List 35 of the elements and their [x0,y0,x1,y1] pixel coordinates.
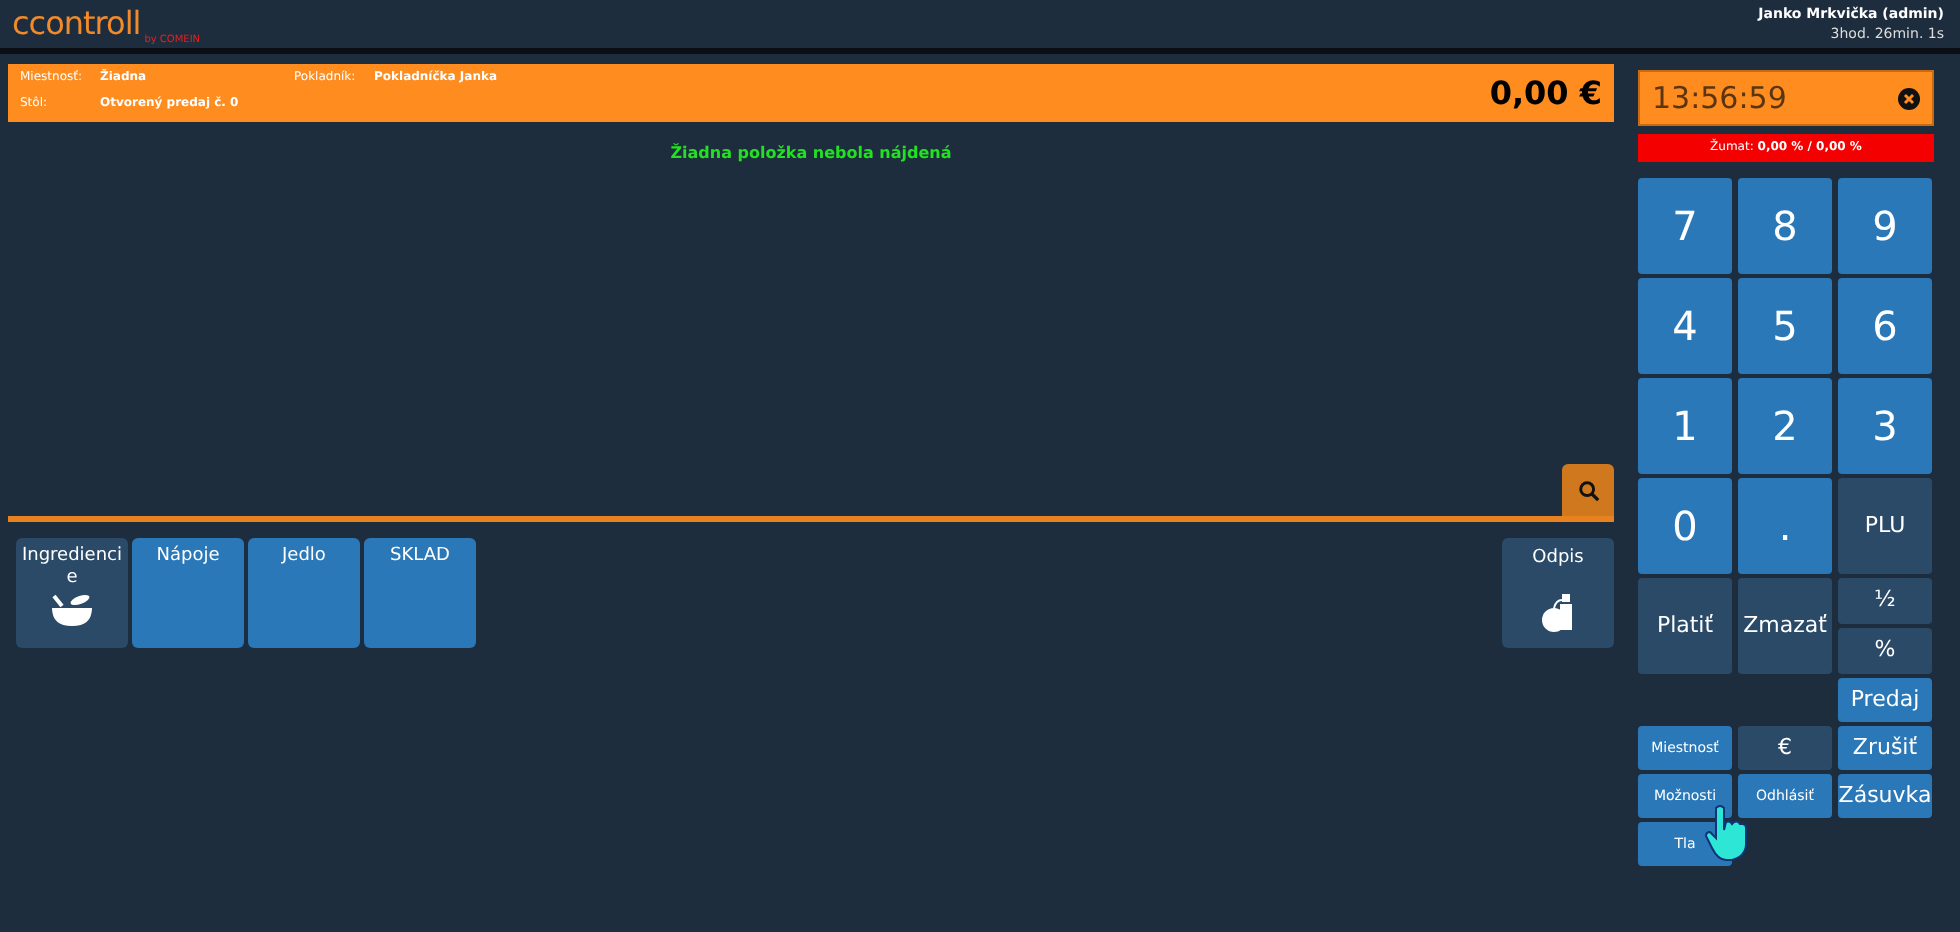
category-button[interactable]: Nápoje [132,538,244,648]
keypad-button[interactable]: Zmazať [1738,578,1832,674]
keypad-button[interactable]: Zrušiť [1838,726,1932,770]
keypad-button[interactable]: 1 [1638,378,1732,474]
category-button[interactable]: SKLAD [364,538,476,648]
close-icon[interactable] [1898,87,1920,109]
keypad-button[interactable]: 8 [1738,178,1832,274]
keypad-button[interactable]: 4 [1638,278,1732,374]
logo: ccontroll [12,2,141,46]
total-amount: 0,00 € [1489,71,1602,115]
clock-field: 13:56:59 [1638,70,1934,126]
apple-bottle-icon [1538,589,1578,633]
category-button[interactable]: Ingrediencie [16,538,128,648]
keypad-button[interactable]: 0 [1638,478,1732,574]
keypad-button[interactable]: 3 [1838,378,1932,474]
keypad-button[interactable]: 7 [1638,178,1732,274]
keypad-button[interactable]: PLU [1838,478,1932,574]
empty-message: Žiadna položka nebola nájdená [668,142,954,166]
keypad-button[interactable]: 9 [1838,178,1932,274]
search-icon [1577,479,1599,501]
category-button[interactable]: Jedlo [248,538,360,648]
keypad-button[interactable]: Zásuvka [1838,774,1932,818]
keypad-button[interactable]: % [1838,628,1932,674]
keypad-button[interactable]: . [1738,478,1832,574]
keypad-button[interactable]: Platiť [1638,578,1732,674]
write-off-button[interactable]: Odpis [1502,538,1614,648]
search-button[interactable] [1562,464,1614,516]
hand-cursor-icon [1704,804,1752,864]
mortar-icon [50,591,94,627]
keypad-button[interactable]: € [1738,726,1832,770]
keypad-button[interactable]: 5 [1738,278,1832,374]
keypad-button[interactable]: 2 [1738,378,1832,474]
keypad-button[interactable]: ½ [1838,578,1932,624]
keypad-button[interactable]: Predaj [1838,678,1932,722]
keypad-button[interactable]: 6 [1838,278,1932,374]
